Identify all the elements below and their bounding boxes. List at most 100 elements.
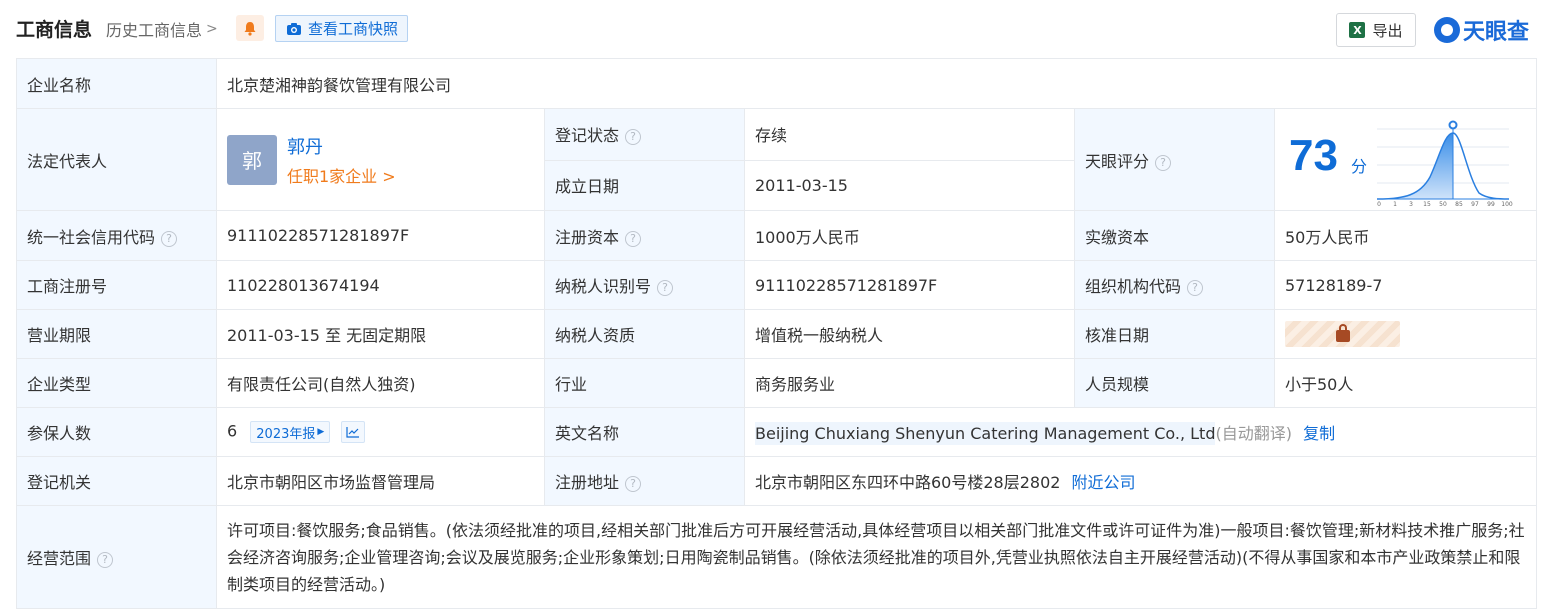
legal-rep-cell: 郭 郭丹 任职1家企业 >	[216, 108, 545, 211]
bell-icon[interactable]	[236, 15, 264, 41]
score-value: 73	[1289, 131, 1338, 180]
approval-date-cell	[1273, 309, 1538, 359]
label-company-type: 企业类型	[16, 358, 217, 408]
english-name-value: Beijing Chuxiang Shenyun Catering Manage…	[755, 422, 1216, 445]
table-row: 经营范围? 许可项目:餐饮服务;食品销售。(依法须经批准的项目,经相关部门批准后…	[16, 505, 1538, 609]
label-address: 注册地址?	[544, 456, 745, 506]
section-title: 工商信息	[16, 19, 93, 41]
founded-value: 2011-03-15	[744, 159, 1075, 211]
label-score: 天眼评分?	[1074, 108, 1275, 211]
business-scope-value: 许可项目:餐饮服务;食品销售。(依法须经批准的项目,经相关部门批准后方可开展经营…	[215, 505, 1538, 609]
taxpayer-id-label: 纳税人识别号	[555, 277, 652, 296]
insured-value: 6	[227, 421, 238, 441]
label-taxpayer-type: 纳税人资质	[544, 309, 745, 359]
question-icon[interactable]: ?	[1155, 154, 1172, 171]
score-scale-tick: 3	[1409, 201, 1413, 207]
label-insured: 参保人数	[16, 407, 217, 457]
camera-icon	[287, 22, 301, 35]
legal-rep-name[interactable]: 郭丹	[287, 133, 396, 159]
label-industry: 行业	[544, 358, 745, 408]
score-label: 天眼评分	[1085, 151, 1150, 171]
avatar[interactable]: 郭	[227, 134, 277, 185]
question-icon[interactable]: ?	[1187, 280, 1204, 296]
label-founded: 成立日期	[544, 159, 745, 211]
label-business-term: 营业期限	[16, 309, 217, 359]
question-icon[interactable]: ?	[657, 280, 674, 296]
score-marker	[1448, 120, 1458, 130]
score-distribution-chart: 0 1 3 15 50 85 97 99 100	[1376, 120, 1513, 207]
address-label: 注册地址	[555, 473, 620, 492]
copy-button[interactable]: 复制	[1303, 424, 1335, 443]
table-row: 营业期限 2011-03-15 至 无固定期限 纳税人资质 增值税一般纳税人 核…	[16, 309, 1538, 359]
label-reg-number: 工商注册号	[16, 260, 217, 310]
scope-label: 经营范围	[27, 549, 92, 568]
industry-value: 商务服务业	[744, 358, 1075, 408]
label-reg-status: 登记状态?	[544, 108, 745, 161]
brand-name: 天眼查	[1463, 20, 1530, 45]
annual-report-button[interactable]: 2023年报 ▶	[250, 421, 331, 443]
table-row: 法定代表人 郭 郭丹 任职1家企业 > 登记状态? 存续 天眼评分? 73 分	[16, 108, 1538, 211]
score-scale-tick: 97	[1471, 201, 1479, 207]
lock-icon	[1335, 324, 1350, 342]
snapshot-button-label: 查看工商快照	[308, 20, 399, 38]
question-icon[interactable]: ?	[625, 476, 642, 492]
table-row: 企业名称 北京楚湘神韵餐饮管理有限公司	[16, 58, 1538, 109]
label-scope: 经营范围?	[16, 505, 217, 609]
address-value: 北京市朝阳区东四环中路60号楼28层2802	[755, 473, 1061, 492]
locked-value-bar[interactable]	[1285, 321, 1400, 347]
history-link[interactable]: 历史工商信息 >	[106, 17, 218, 41]
english-name-cell: Beijing Chuxiang Shenyun Catering Manage…	[743, 407, 1538, 457]
score-scale-tick: 0	[1377, 201, 1381, 207]
section-header: 工商信息 历史工商信息 > 查看工商快照 X 导出 天眼查	[0, 0, 1541, 58]
question-icon[interactable]: ?	[625, 129, 642, 146]
business-info-table: 企业名称 北京楚湘神韵餐饮管理有限公司 法定代表人 郭 郭丹 任职1家企业 > …	[16, 58, 1538, 609]
org-code-value: 57128189-7	[1273, 260, 1538, 310]
trend-chart-icon[interactable]	[341, 421, 366, 443]
snapshot-button[interactable]: 查看工商快照	[275, 15, 408, 42]
score-cell[interactable]: 73 分 0 1 3 15 50 85 97 99 100	[1273, 108, 1538, 211]
reg-capital-value: 1000万人民币	[744, 210, 1075, 261]
export-button[interactable]: X 导出	[1336, 13, 1416, 47]
score-scale-tick: 85	[1455, 201, 1463, 207]
label-credit-code: 统一社会信用代码?	[16, 210, 217, 261]
label-authority: 登记机关	[16, 456, 217, 506]
paid-capital-value: 50万人民币	[1273, 210, 1538, 261]
label-taxpayer-id: 纳税人识别号?	[544, 260, 745, 310]
address-cell: 北京市朝阳区东四环中路60号楼28层2802 附近公司	[743, 456, 1538, 506]
score-scale-tick: 99	[1487, 201, 1495, 207]
reg-status-value: 存续	[744, 108, 1075, 161]
label-staff-size: 人员规模	[1074, 358, 1275, 408]
question-icon[interactable]: ?	[97, 552, 114, 568]
question-icon[interactable]: ?	[161, 230, 178, 247]
credit-code-value: 91110228571281897F	[216, 210, 545, 261]
org-code-label: 组织机构代码	[1085, 277, 1182, 296]
score-unit: 分	[1351, 157, 1368, 176]
score-scale-tick: 1	[1393, 201, 1397, 207]
label-company-name: 企业名称	[16, 58, 217, 109]
reg-capital-label: 注册资本	[555, 227, 620, 247]
question-icon[interactable]: ?	[625, 230, 642, 247]
excel-icon: X	[1349, 22, 1366, 38]
legal-rep-positions-link[interactable]: 任职1家企业 >	[287, 163, 396, 187]
auto-translate-note: (自动翻译)	[1215, 424, 1292, 443]
taxpayer-type-value: 增值税一般纳税人	[744, 309, 1075, 359]
business-term-value: 2011-03-15 至 无固定期限	[216, 309, 545, 359]
credit-code-label: 统一社会信用代码	[27, 227, 156, 247]
caret-right-icon: ▶	[317, 427, 325, 437]
label-legal-rep: 法定代表人	[16, 108, 217, 211]
label-paid-capital: 实缴资本	[1074, 210, 1275, 261]
score-scale-tick: 15	[1423, 201, 1431, 207]
nearby-companies-link[interactable]: 附近公司	[1072, 473, 1136, 492]
score-scale-tick: 100	[1501, 201, 1513, 207]
insured-cell: 6 2023年报 ▶	[216, 407, 545, 457]
table-row: 参保人数 6 2023年报 ▶ 英文名称 Beijing Chuxiang She…	[16, 407, 1538, 457]
label-org-code: 组织机构代码?	[1074, 260, 1275, 310]
score-scale-tick: 50	[1439, 201, 1447, 207]
label-reg-capital: 注册资本?	[544, 210, 745, 261]
table-row: 企业类型 有限责任公司(自然人独资) 行业 商务服务业 人员规模 小于50人	[16, 358, 1538, 408]
chevron-right-icon: >	[206, 21, 218, 37]
legal-rep-positions-label: 任职1家企业	[287, 166, 378, 186]
table-row: 登记机关 北京市朝阳区市场监督管理局 注册地址? 北京市朝阳区东四环中路60号楼…	[16, 456, 1538, 506]
staff-size-value: 小于50人	[1273, 358, 1538, 408]
reg-status-label: 登记状态	[555, 126, 620, 146]
